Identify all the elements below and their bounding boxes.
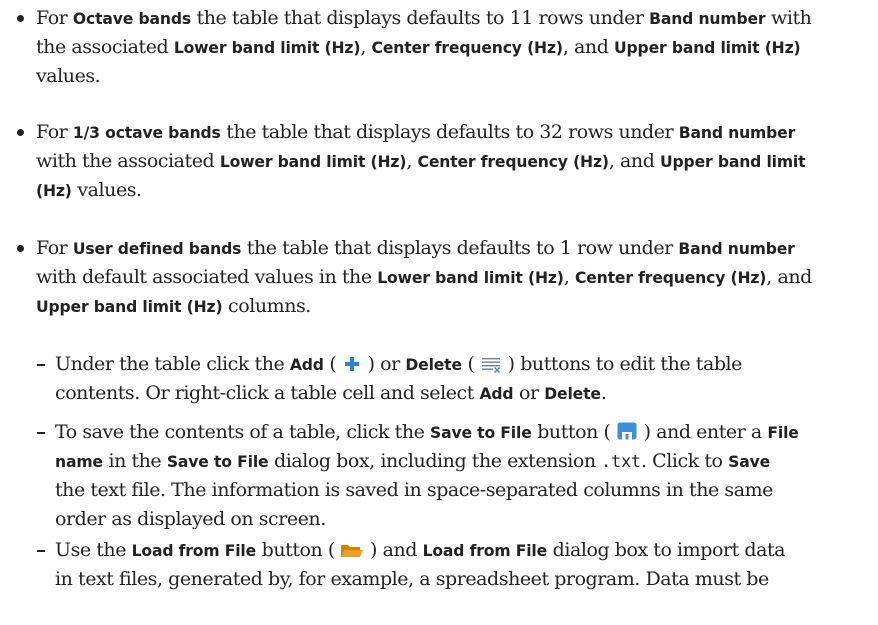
document-page: For Octave bands the table that displays… bbox=[0, 0, 878, 625]
text-line: To save the contents of a table, click t… bbox=[55, 420, 799, 445]
text-run: dialog box, including the extension bbox=[268, 450, 602, 472]
bold-term: Upper band limit bbox=[660, 153, 806, 171]
text-run: Use the bbox=[55, 539, 132, 561]
text-run: button ( bbox=[531, 421, 617, 443]
bold-term: Delete bbox=[544, 385, 601, 403]
bold-term: Lower band limit (Hz) bbox=[219, 153, 407, 171]
dash-marker bbox=[37, 364, 45, 366]
text-run: with bbox=[765, 7, 812, 29]
bold-term: User defined bands bbox=[72, 240, 242, 258]
text-run: , and bbox=[608, 150, 661, 172]
bold-term: Add bbox=[289, 356, 324, 374]
text-line: For 1/3 octave bands the table that disp… bbox=[36, 120, 795, 145]
bold-term: Add bbox=[479, 385, 514, 403]
bold-term: Load from File bbox=[131, 542, 257, 560]
bold-term: Band number bbox=[649, 10, 766, 28]
bullet-marker bbox=[17, 15, 24, 22]
text-run: , bbox=[563, 266, 575, 288]
text-run: ( bbox=[461, 353, 481, 375]
text-run: the table that displays defaults to 32 r… bbox=[220, 121, 679, 143]
bold-term: Save bbox=[728, 453, 771, 471]
text-run: For bbox=[36, 237, 73, 259]
bold-term: 1/3 octave bands bbox=[72, 124, 221, 142]
text-line: the text file. The information is saved … bbox=[55, 478, 773, 502]
text-run: , bbox=[360, 36, 372, 58]
bullet-marker bbox=[17, 129, 24, 136]
bold-term: Center frequency (Hz) bbox=[371, 39, 563, 57]
text-run: with the associated bbox=[36, 150, 220, 172]
text-line: in text files, generated by, for example… bbox=[55, 567, 769, 591]
text-line: the associated Lower band limit (Hz), Ce… bbox=[36, 35, 801, 60]
bold-term: (Hz) bbox=[36, 182, 72, 200]
text-run: the table that displays defaults to 11 r… bbox=[190, 7, 650, 29]
text-run: ) or bbox=[361, 353, 406, 375]
text-run: ( bbox=[323, 353, 342, 375]
text-run: ) and bbox=[364, 539, 423, 561]
text-run: . bbox=[600, 382, 607, 404]
bold-term: Octave bands bbox=[72, 10, 191, 28]
text-run: ) and enter a bbox=[638, 421, 768, 443]
text-run: columns. bbox=[222, 295, 311, 317]
text-run: Under the table click the bbox=[55, 353, 290, 375]
text-run: values. bbox=[36, 65, 101, 87]
text-run: , and bbox=[766, 266, 812, 288]
bold-term: Upper band limit (Hz) bbox=[614, 39, 801, 57]
text-line: values. bbox=[36, 64, 101, 88]
text-run: or bbox=[513, 382, 545, 404]
bold-term: Band number bbox=[678, 124, 796, 142]
dash-marker bbox=[37, 550, 45, 552]
text-run: , and bbox=[562, 36, 615, 58]
text-run: . Click to bbox=[641, 450, 729, 472]
text-run: , bbox=[406, 150, 418, 172]
text-run: ) buttons to edit the table bbox=[502, 353, 743, 375]
bold-term: name bbox=[55, 453, 103, 471]
bold-term: Delete bbox=[405, 356, 462, 374]
text-run: in text files, generated by, for example… bbox=[55, 568, 769, 590]
text-line: with the associated Lower band limit (Hz… bbox=[36, 149, 806, 174]
bold-term: Lower band limit (Hz) bbox=[377, 269, 564, 287]
text-line: name in the Save to File dialog box, inc… bbox=[55, 449, 770, 474]
add-icon bbox=[344, 357, 359, 371]
text-run: order as displayed on screen. bbox=[55, 508, 326, 530]
bold-term: Load from File bbox=[422, 542, 548, 560]
bold-term: File bbox=[767, 424, 799, 442]
text-line: contents. Or right-click a table cell an… bbox=[55, 381, 607, 406]
text-line: order as displayed on screen. bbox=[55, 507, 326, 531]
text-run: For bbox=[36, 121, 73, 143]
text-run: the table that displays defaults to 1 ro… bbox=[241, 237, 679, 259]
text-run: button ( bbox=[256, 539, 341, 561]
text-run: dialog box to import data bbox=[547, 539, 786, 561]
text-run: values. bbox=[71, 179, 142, 201]
bullet-marker bbox=[17, 245, 24, 252]
text-line: For Octave bands the table that displays… bbox=[36, 6, 812, 31]
bold-term: Band number bbox=[678, 240, 795, 258]
folder-icon bbox=[341, 545, 364, 557]
text-run: For bbox=[36, 7, 73, 29]
text-line: Use the Load from File button ( ) and Lo… bbox=[55, 538, 785, 563]
bold-term: Save to File bbox=[429, 424, 532, 442]
text-line: Upper band limit (Hz) columns. bbox=[36, 294, 311, 319]
text-run: in the bbox=[102, 450, 167, 472]
text-line: Under the table click the Add ( ) or Del… bbox=[55, 352, 742, 377]
text-run: contents. Or right-click a table cell an… bbox=[55, 382, 480, 404]
text-run: with default associated values in the bbox=[36, 266, 378, 288]
text-line: with default associated values in the Lo… bbox=[36, 265, 812, 290]
bold-term: Upper band limit (Hz) bbox=[36, 298, 223, 316]
bold-term: Save to File bbox=[166, 453, 269, 471]
delete-icon bbox=[482, 358, 501, 373]
text-line: (Hz) values. bbox=[36, 178, 142, 203]
bold-term: Center frequency (Hz) bbox=[417, 153, 609, 171]
code-term: .txt bbox=[601, 452, 641, 471]
bold-term: Center frequency (Hz) bbox=[574, 269, 767, 287]
dash-marker bbox=[37, 432, 45, 434]
text-run: the text file. The information is saved … bbox=[55, 479, 773, 501]
text-run: To save the contents of a table, click t… bbox=[55, 421, 430, 443]
bold-term: Lower band limit (Hz) bbox=[173, 39, 361, 57]
text-run: the associated bbox=[36, 36, 174, 58]
save-icon bbox=[617, 422, 637, 440]
text-line: For User defined bands the table that di… bbox=[36, 236, 795, 261]
